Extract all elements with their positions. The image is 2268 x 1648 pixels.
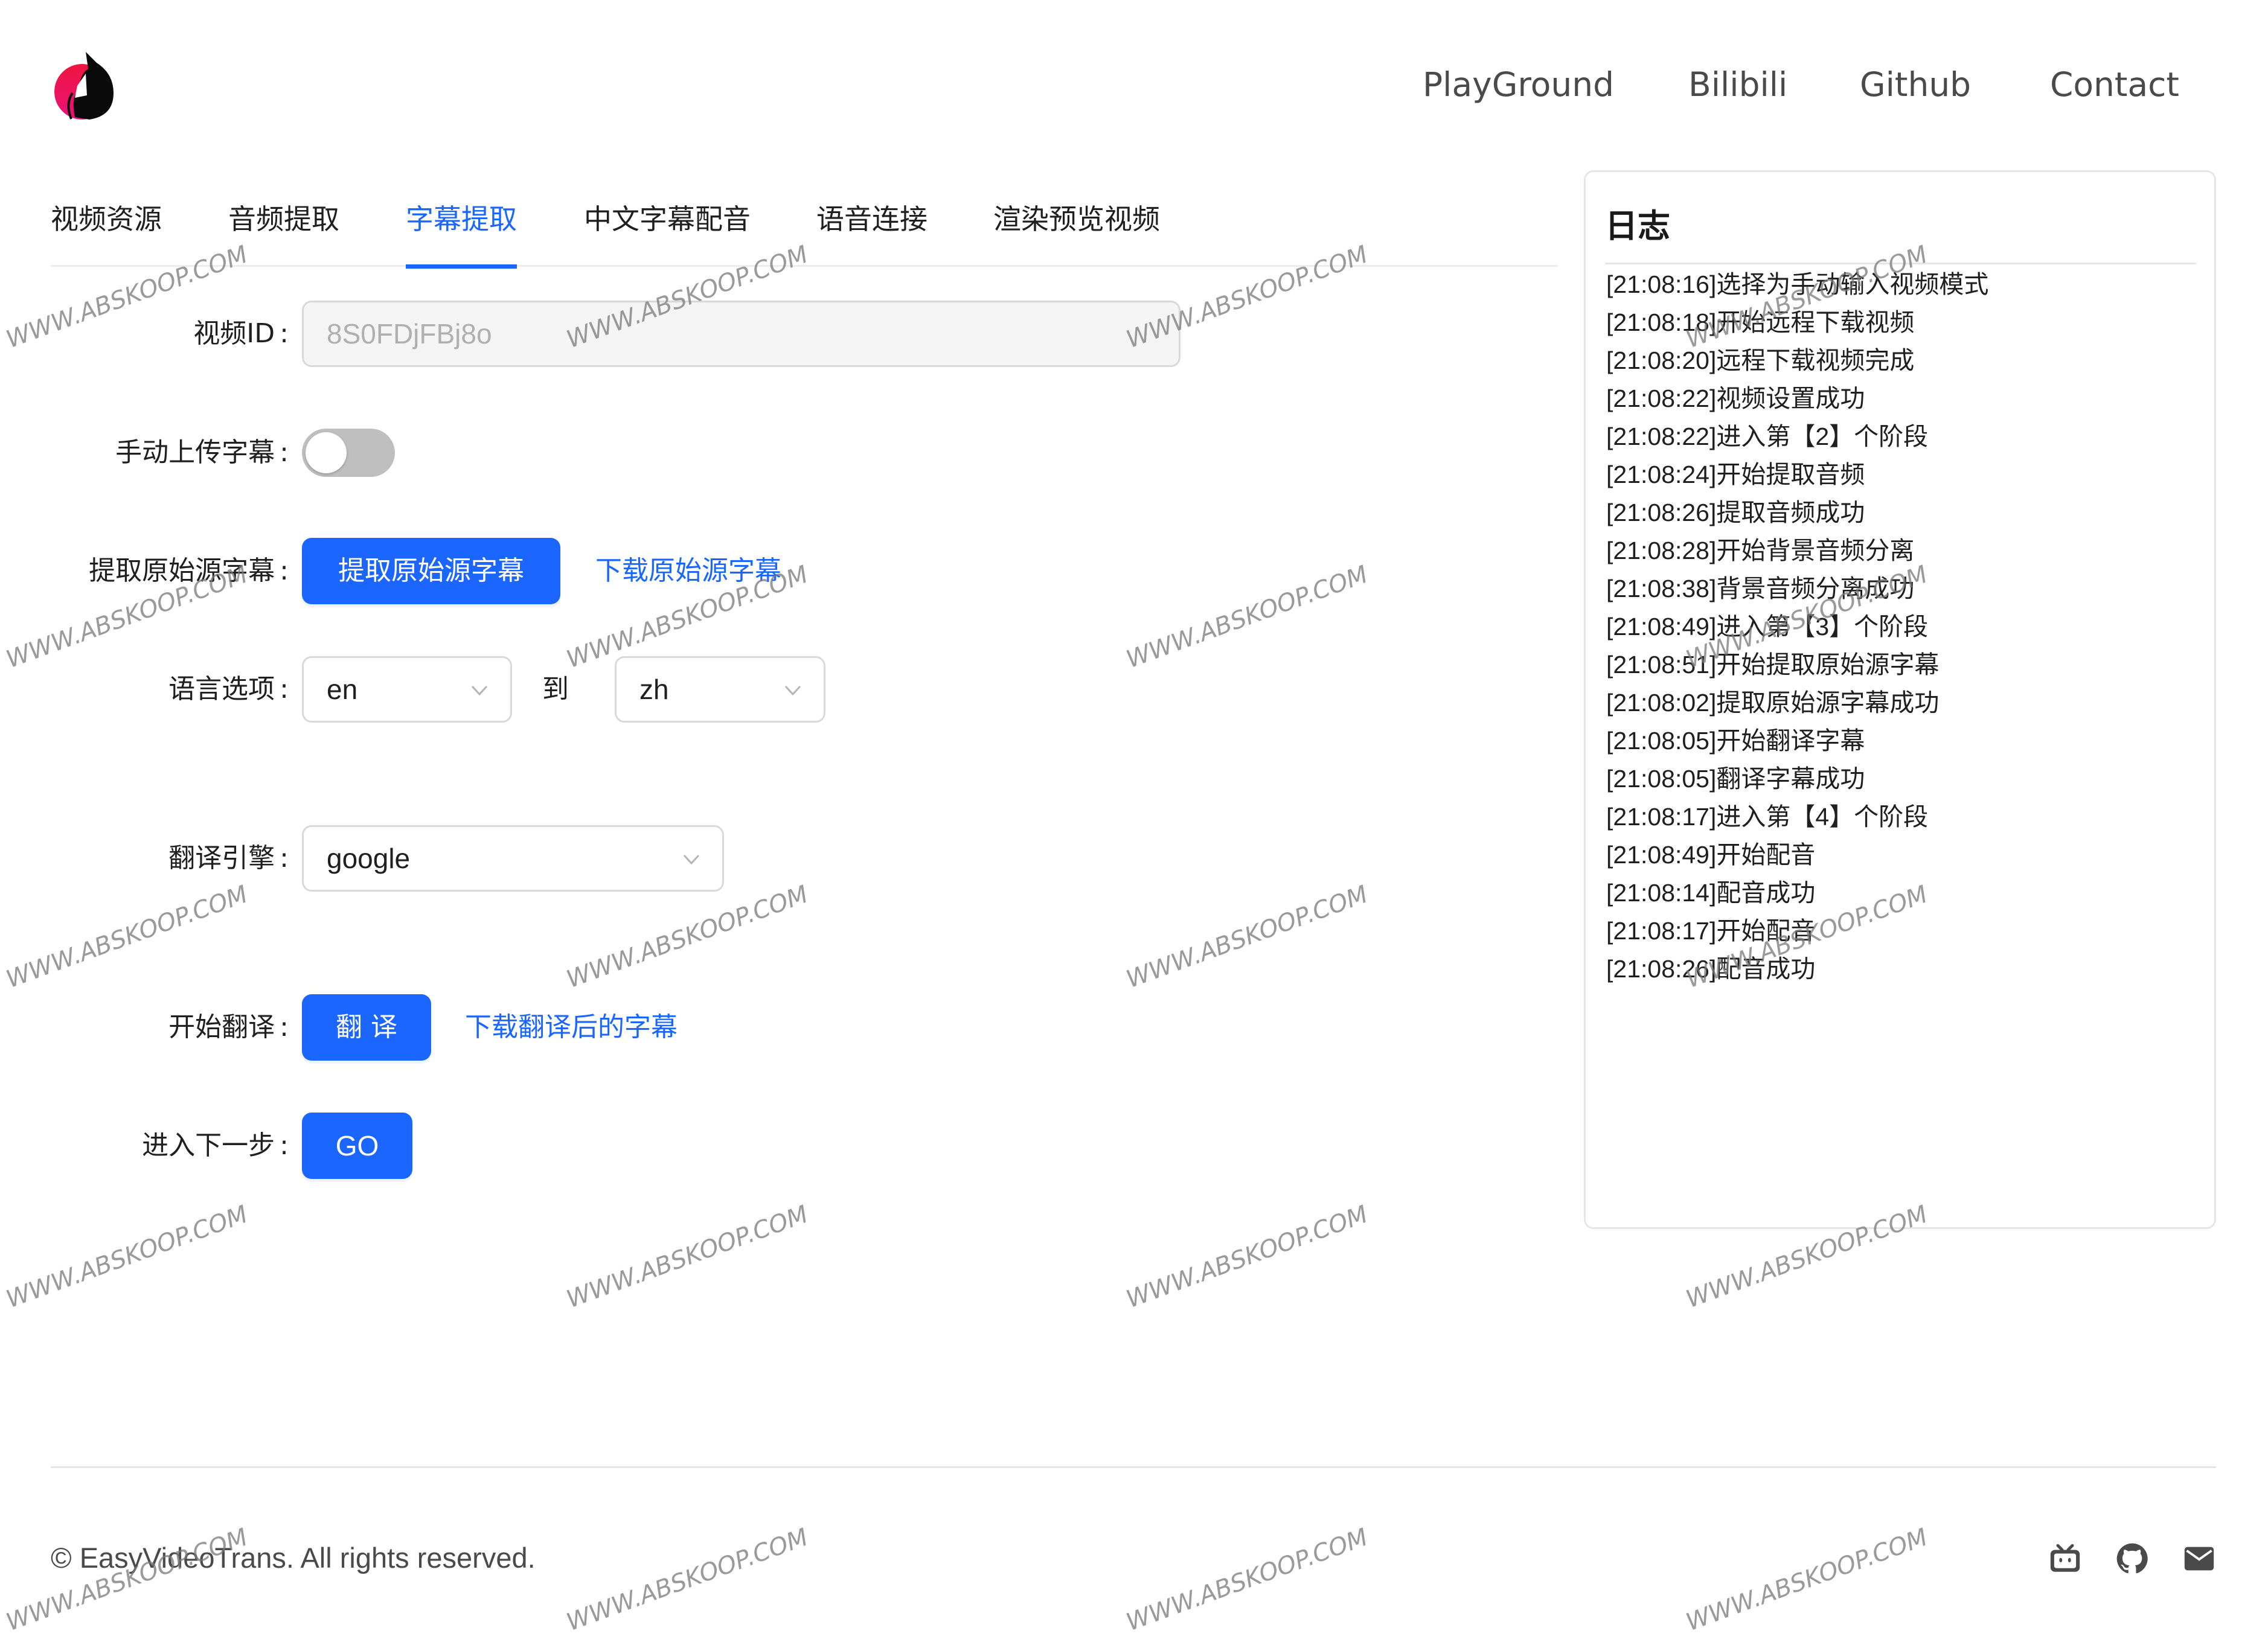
watermark-text: WWW.ABSKOOP.COM <box>563 1200 812 1314</box>
log-entry: [21:08:20]远程下载视频完成 <box>1606 347 1915 374</box>
watermark-text: WWW.ABSKOOP.COM <box>563 1523 812 1637</box>
log-entry: [21:08:51]开始提取原始源字幕 <box>1606 651 1940 679</box>
video-id-input[interactable]: 8S0FDjFBj8o <box>302 301 1180 367</box>
log-entry: [21:08:38]背景音频分离成功 <box>1606 575 1915 602</box>
step-tabs: 视频资源 音频提取 字幕提取 中文字幕配音 语音连接 渲染预览视频 <box>51 193 1558 269</box>
translation-engine-value: google <box>327 843 411 874</box>
watermark-text: WWW.ABSKOOP.COM <box>2 1200 252 1314</box>
form-row-manual-upload: 手动上传字幕: <box>0 429 1546 477</box>
toggle-knob <box>306 432 347 473</box>
video-id-label: 视频ID: <box>193 318 289 349</box>
watermark-text: WWW.ABSKOOP.COM <box>563 880 812 994</box>
log-title: 日志 <box>1605 207 1670 245</box>
chevron-down-icon <box>471 685 488 696</box>
tab-subtitle-extract[interactable]: 字幕提取 <box>406 198 517 269</box>
log-entry: [21:08:14]配音成功 <box>1606 879 1816 907</box>
language-label: 语言选项: <box>168 674 289 704</box>
bilibili-icon[interactable] <box>2048 1541 2083 1576</box>
source-language-value: en <box>327 674 358 705</box>
watermark-text: WWW.ABSKOOP.COM <box>1123 1200 1372 1314</box>
log-entry: [21:08:28]开始背景音频分离 <box>1606 537 1915 564</box>
log-entry: [21:08:24]开始提取音频 <box>1606 461 1865 488</box>
app-logo[interactable] <box>53 50 117 121</box>
translate-button[interactable]: 翻 译 <box>302 994 431 1061</box>
download-translated-subtitles-link[interactable]: 下载翻译后的字幕 <box>465 1009 678 1046</box>
source-language-select[interactable]: en <box>302 656 512 723</box>
go-button[interactable]: GO <box>302 1113 412 1179</box>
footer-divider <box>51 1466 2216 1468</box>
log-entry: [21:08:26]配音成功 <box>1606 955 1816 983</box>
log-entry: [21:08:17]开始配音 <box>1606 917 1816 945</box>
tab-chinese-dubbing[interactable]: 中文字幕配音 <box>584 198 751 240</box>
tab-video-source[interactable]: 视频资源 <box>51 198 162 240</box>
form-row-engine: 翻译引擎: google <box>0 825 1546 892</box>
watermark-text: WWW.ABSKOOP.COM <box>1682 1523 1932 1637</box>
tab-render-preview[interactable]: 渲染预览视频 <box>993 198 1160 240</box>
cat-logo-icon <box>54 52 114 120</box>
github-icon[interactable] <box>2115 1541 2150 1576</box>
watermark-text: WWW.ABSKOOP.COM <box>2 880 252 994</box>
chevron-down-icon <box>683 854 700 865</box>
copyright-text: © EasyVideoTrans. All rights reserved. <box>51 1542 536 1574</box>
log-entry: [21:08:05]翻译字幕成功 <box>1606 765 1865 793</box>
log-entry: [21:08:22]进入第【2】个阶段 <box>1606 423 1929 450</box>
log-divider <box>1605 263 2196 264</box>
log-entry: [21:08:05]开始翻译字幕 <box>1606 727 1865 755</box>
next-step-label: 进入下一步: <box>142 1130 289 1161</box>
log-entry: [21:08:18]开始远程下载视频 <box>1606 308 1915 336</box>
log-entry: [21:08:16]选择为手动输入视频模式 <box>1606 270 1989 298</box>
nav-contact[interactable]: Contact <box>2050 60 2179 109</box>
log-entry: [21:08:26]提取音频成功 <box>1606 499 1865 526</box>
log-entry: [21:08:22]视频设置成功 <box>1606 385 1865 412</box>
engine-label: 翻译引擎: <box>168 843 289 874</box>
nav-bilibili[interactable]: Bilibili <box>1688 60 1787 109</box>
form-row-next-step: 进入下一步: GO <box>0 1113 1546 1179</box>
nav-github[interactable]: Github <box>1860 60 1971 109</box>
translate-label: 开始翻译: <box>168 1012 289 1043</box>
chevron-down-icon <box>784 685 801 696</box>
nav-playground[interactable]: PlayGround <box>1423 60 1614 109</box>
watermark-text: WWW.ABSKOOP.COM <box>1123 880 1372 994</box>
form-row-extract: 提取原始源字幕: 提取原始源字幕 下载原始源字幕 <box>0 538 1546 604</box>
log-entry: [21:08:49]进入第【3】个阶段 <box>1606 613 1929 640</box>
extract-subtitles-button[interactable]: 提取原始源字幕 <box>302 538 560 604</box>
extract-label: 提取原始源字幕: <box>89 555 289 586</box>
manual-upload-toggle[interactable] <box>302 429 395 477</box>
target-language-value: zh <box>639 674 669 705</box>
log-list: [21:08:16]选择为手动输入视频模式 [21:08:18]开始远程下载视频 [… <box>1606 266 2202 988</box>
log-panel: 日志 [21:08:16]选择为手动输入视频模式 [21:08:18]开始远程下载… <box>1584 170 2216 1229</box>
log-entry: [21:08:17]进入第【4】个阶段 <box>1606 803 1929 831</box>
tab-voice-join[interactable]: 语音连接 <box>816 198 927 240</box>
log-entry: [21:08:49]开始配音 <box>1606 841 1816 869</box>
form-row-video-id: 视频ID: 8S0FDjFBj8o <box>0 301 1546 367</box>
download-source-subtitles-link[interactable]: 下载原始源字幕 <box>595 553 781 589</box>
mail-icon[interactable] <box>2182 1541 2217 1576</box>
manual-upload-label: 手动上传字幕: <box>115 437 289 468</box>
form-row-language: 语言选项: en 到 zh <box>0 656 1546 723</box>
tab-audio-extract[interactable]: 音频提取 <box>228 198 339 240</box>
translation-engine-select[interactable]: google <box>302 825 724 892</box>
target-language-select[interactable]: zh <box>615 656 825 723</box>
log-entry: [21:08:02]提取原始源字幕成功 <box>1606 689 1940 717</box>
to-label: 到 <box>542 674 569 704</box>
form-row-translate: 开始翻译: 翻 译 下载翻译后的字幕 <box>0 994 1546 1061</box>
watermark-text: WWW.ABSKOOP.COM <box>1123 1523 1372 1637</box>
